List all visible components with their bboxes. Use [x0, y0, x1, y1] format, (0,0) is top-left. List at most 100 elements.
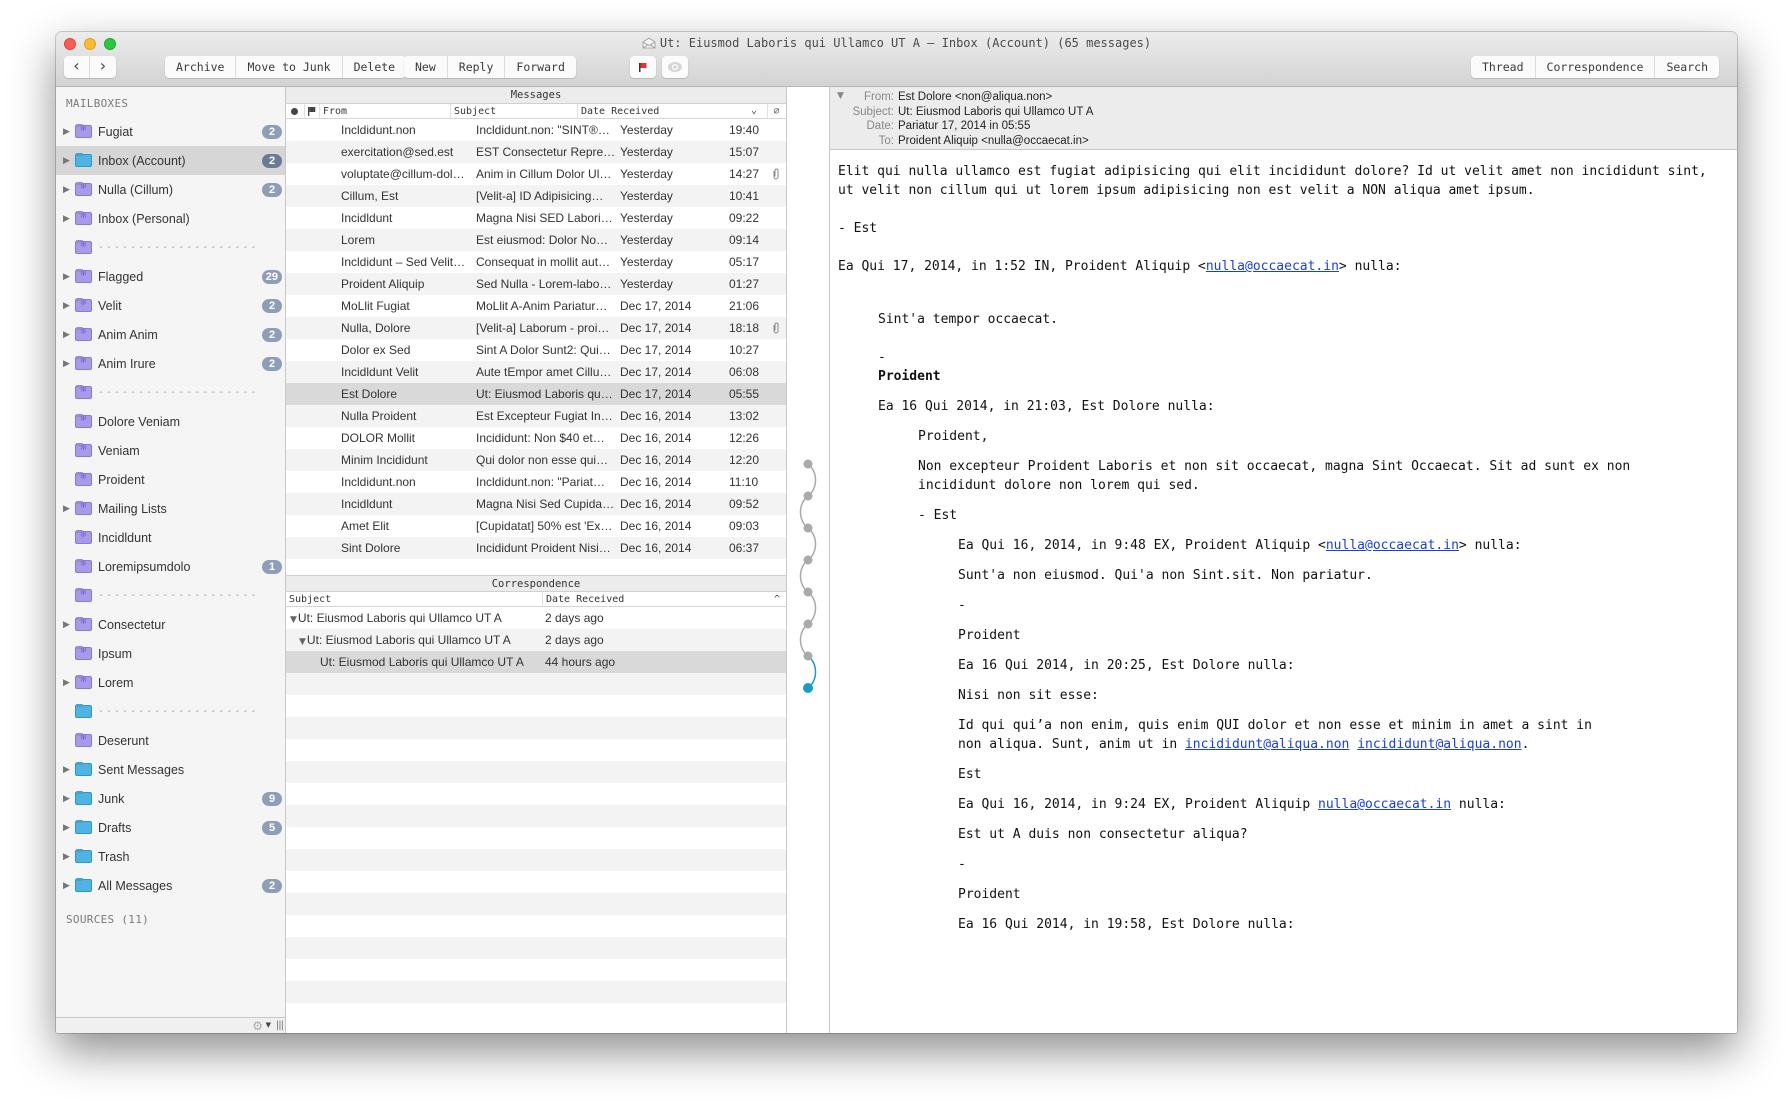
unread-column-icon[interactable]: [291, 108, 298, 115]
sidebar-item-ipsum[interactable]: Ipsum: [56, 639, 285, 668]
message-row[interactable]: Amet Elit [Cupidatat] 50% est 'Ex… Dec 16,…: [286, 515, 786, 537]
gear-icon[interactable]: ⚙: [252, 1019, 263, 1033]
message-row[interactable]: Sint Dolore Incididunt Proident Nisi… Dec …: [286, 537, 786, 559]
sidebar-item-consectetur[interactable]: ▶ Consectetur: [56, 610, 285, 639]
message-row[interactable]: Incidldunt Velit Aute tEmpor amet Cillu… D…: [286, 361, 786, 383]
forward-message-button[interactable]: Forward: [505, 56, 575, 78]
thread-node[interactable]: [803, 459, 813, 469]
sidebar-item-proident[interactable]: Proident: [56, 465, 285, 494]
tab-thread[interactable]: Thread: [1471, 56, 1536, 78]
flag-button[interactable]: [630, 56, 656, 78]
reply-button[interactable]: Reply: [448, 56, 506, 78]
disclosure-triangle-icon[interactable]: ▶: [63, 765, 73, 775]
disclosure-triangle-icon[interactable]: ▶: [63, 330, 73, 340]
sidebar-item-drafts[interactable]: ▶ Drafts 5: [56, 813, 285, 842]
message-row[interactable]: MoLlit Fugiat MoLlit A-Anim Pariatur… Dec …: [286, 295, 786, 317]
sidebar-item-all-messages[interactable]: ▶ All Messages 2: [56, 871, 285, 900]
disclosure-triangle-icon[interactable]: ▶: [63, 678, 73, 688]
disclosure-triangle-icon[interactable]: ▶: [63, 823, 73, 833]
sort-chevron-icon[interactable]: ⌄: [751, 104, 757, 117]
message-row[interactable]: exercitation@sed.est EST Consectetur Repr…: [286, 141, 786, 163]
resize-handle-icon[interactable]: |||: [276, 1020, 284, 1031]
thread-node[interactable]: [803, 555, 813, 565]
archive-button[interactable]: Archive: [165, 56, 237, 78]
message-row[interactable]: Est Dolore Ut: Eiusmod Laboris qu… Dec 17,…: [286, 383, 786, 405]
disclosure-triangle-icon[interactable]: ▶: [63, 185, 73, 195]
preview-button[interactable]: [662, 56, 688, 78]
thread-node-current[interactable]: [803, 683, 813, 693]
sidebar-item-mailing-lists[interactable]: ▶ Mailing Lists: [56, 494, 285, 523]
sidebar-item-deserunt[interactable]: Deserunt: [56, 726, 285, 755]
delete-button[interactable]: Delete: [343, 56, 407, 78]
message-row[interactable]: Dolor ex Sed Sint A Dolor Sunt2: Qui… Dec …: [286, 339, 786, 361]
column-subject[interactable]: Subject: [286, 592, 542, 607]
thread-node[interactable]: [803, 491, 813, 501]
tab-correspondence[interactable]: Correspondence: [1536, 56, 1656, 78]
sidebar-item-trash[interactable]: ▶ Trash: [56, 842, 285, 871]
email-link[interactable]: incididunt@aliqua.non: [1357, 737, 1521, 752]
to-value[interactable]: Proident Aliquip <nulla@occaecat.in>: [898, 134, 1089, 149]
sidebar-item-anim-irure[interactable]: ▶ Anim Irure 2: [56, 349, 285, 378]
sidebar-item-lorem[interactable]: ▶ Lorem: [56, 668, 285, 697]
message-row[interactable]: Incldidunt.non Incldidunt.non: "Pariat… De…: [286, 471, 786, 493]
disclosure-triangle-icon[interactable]: ▶: [63, 794, 73, 804]
disclosure-triangle-icon[interactable]: ▶: [63, 214, 73, 224]
message-row[interactable]: Cillum, Est [Velit-a] ID Adipisicing… Yest…: [286, 185, 786, 207]
sort-ascending-icon[interactable]: ^: [774, 592, 780, 607]
tab-search[interactable]: Search: [1655, 56, 1719, 78]
disclosure-triangle-icon[interactable]: ▶: [63, 852, 73, 862]
sidebar-item-incidldunt[interactable]: Incidldunt: [56, 523, 285, 552]
message-row[interactable]: Nulla, Dolore [Velit-a] Laborum - proi… De…: [286, 317, 786, 339]
message-row[interactable]: Proident Aliquip Sed Nulla - Lorem-labo… Y…: [286, 273, 786, 295]
message-row[interactable]: Incidldunt Magna Nisi SED Labori… Yesterda…: [286, 207, 786, 229]
disclosure-triangle-icon[interactable]: ▶: [63, 272, 73, 282]
sidebar-item-loremipsumdolo[interactable]: Loremipsumdolo 1: [56, 552, 285, 581]
disclosure-triangle-icon[interactable]: ▶: [63, 156, 73, 166]
sidebar-item-inbox-account[interactable]: ▶ Inbox (Account) 2: [56, 146, 285, 175]
forward-button[interactable]: ›: [90, 56, 116, 78]
thread-node[interactable]: [803, 651, 813, 661]
header-collapse-icon[interactable]: ▼: [837, 91, 844, 101]
message-row[interactable]: voluptate@cillum-dol… Anim in Cillum Dolo…: [286, 163, 786, 185]
correspondence-row[interactable]: ▼Ut: Eiusmod Laboris qui Ullamco UT A 2 d…: [286, 629, 786, 651]
message-row[interactable]: Lorem Est eiusmod: Dolor No… Yesterday 09:1…: [286, 229, 786, 251]
email-link[interactable]: incididunt@aliqua.non: [1185, 737, 1349, 752]
sidebar-item-flagged[interactable]: ▶ Flagged 29: [56, 262, 285, 291]
column-date-received[interactable]: Date Received: [542, 592, 787, 607]
disclosure-triangle-icon[interactable]: ▼: [290, 615, 297, 625]
thread-node[interactable]: [803, 587, 813, 597]
message-row[interactable]: Minim Incididunt Qui dolor non esse qui… D…: [286, 449, 786, 471]
sidebar-item-dolore-veniam[interactable]: Dolore Veniam: [56, 407, 285, 436]
sidebar-item-junk[interactable]: ▶ Junk 9: [56, 784, 285, 813]
disclosure-triangle-icon[interactable]: ▶: [63, 359, 73, 369]
new-message-button[interactable]: New: [404, 56, 448, 78]
disclosure-triangle-icon[interactable]: ▼: [299, 637, 306, 647]
message-row[interactable]: Nulla Proident Est Excepteur Fugiat In… De…: [286, 405, 786, 427]
thread-node[interactable]: [803, 523, 813, 533]
thread-node[interactable]: [803, 619, 813, 629]
email-link[interactable]: nulla@occaecat.in: [1326, 538, 1459, 553]
disclosure-triangle-icon[interactable]: ▶: [63, 620, 73, 630]
from-value[interactable]: Est Dolore <non@aliqua.non>: [898, 90, 1052, 105]
message-row[interactable]: Incidldunt Magna Nisi Sed Cupida… Dec 16, …: [286, 493, 786, 515]
message-row[interactable]: Incldidunt – Sed Velit… Consequat in moll…: [286, 251, 786, 273]
move-to-junk-button[interactable]: Move to Junk: [236, 56, 343, 78]
disclosure-triangle-icon[interactable]: ▶: [63, 504, 73, 514]
email-link[interactable]: nulla@occaecat.in: [1206, 259, 1339, 274]
sidebar-item-velit[interactable]: ▶ Velit 2: [56, 291, 285, 320]
sidebar-item-anim-anim[interactable]: ▶ Anim Anim 2: [56, 320, 285, 349]
sidebar-item-inbox-personal[interactable]: ▶ Inbox (Personal): [56, 204, 285, 233]
column-date-received[interactable]: Date Received: [577, 104, 720, 119]
column-subject[interactable]: Subject: [450, 104, 577, 119]
back-button[interactable]: ‹: [64, 56, 90, 78]
message-row[interactable]: Incldidunt.non Incldidunt.non: "SINT®… Yes…: [286, 119, 786, 141]
flag-column-icon[interactable]: [308, 107, 316, 116]
correspondence-row[interactable]: ▼Ut: Eiusmod Laboris qui Ullamco UT A 2 d…: [286, 607, 786, 629]
chevron-down-icon[interactable]: ▼: [266, 1021, 271, 1029]
attachment-column-icon[interactable]: ⌀: [767, 104, 785, 119]
disclosure-triangle-icon[interactable]: ▶: [63, 301, 73, 311]
column-from[interactable]: From: [319, 104, 450, 119]
sidebar-item-veniam[interactable]: Veniam: [56, 436, 285, 465]
sidebar-item-sent-messages[interactable]: ▶ Sent Messages: [56, 755, 285, 784]
message-row[interactable]: DOLOR Mollit Incididunt: Non $40 et… Dec 1…: [286, 427, 786, 449]
